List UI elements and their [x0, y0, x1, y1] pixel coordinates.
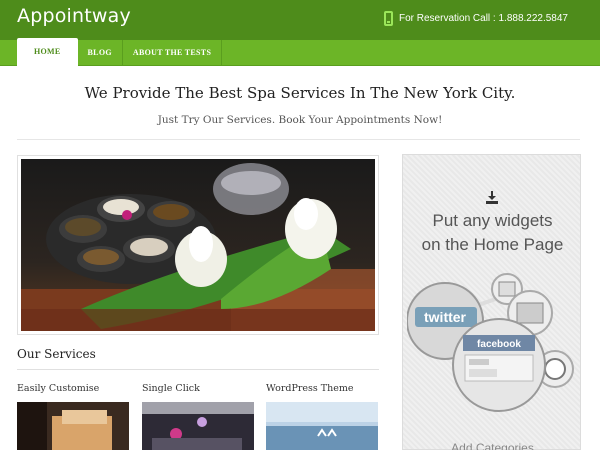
services-heading: Our Services — [17, 347, 96, 361]
nav-item-blog[interactable]: BLOG — [78, 40, 123, 66]
twitter-logo-text: twitter — [424, 309, 467, 325]
nav-bar: HOME BLOG ABOUT THE TESTS — [0, 38, 600, 66]
widget-illustration: twitter facebook — [407, 273, 574, 412]
reservation-info: For Reservation Call : 1.888.222.5847 — [384, 11, 568, 26]
sidebar-widget-area: Put any widgets on the Home Page twitter… — [402, 154, 581, 450]
download-icon — [486, 191, 498, 204]
service-title-easily-customise[interactable]: Easily Customise — [17, 383, 99, 394]
phone-icon — [384, 11, 393, 26]
site-logo[interactable]: Appointway — [17, 5, 131, 27]
widget-text-line1: Put any widgets — [432, 211, 553, 230]
service-image-easily-customise[interactable] — [17, 402, 129, 450]
spa-hero-image — [21, 159, 375, 331]
widget-text-line2: on the Home Page — [421, 235, 564, 254]
nav-item-about-the-tests[interactable]: ABOUT THE TESTS — [123, 40, 223, 66]
service-image-wordpress-theme[interactable] — [266, 402, 378, 450]
section-divider — [17, 139, 580, 140]
widget-footer-text: Add Categories — [451, 441, 534, 450]
top-header: Appointway For Reservation Call : 1.888.… — [0, 0, 600, 40]
services-divider — [17, 369, 379, 370]
page-headline: We Provide The Best Spa Services In The … — [84, 84, 516, 102]
reservation-text: For Reservation Call : 1.888.222.5847 — [399, 13, 568, 24]
service-title-wordpress-theme[interactable]: WordPress Theme — [266, 383, 354, 394]
nav-item-home[interactable]: HOME — [17, 38, 78, 66]
service-image-single-click[interactable] — [142, 402, 254, 450]
hero-image-frame — [17, 155, 379, 335]
page-subheadline: Just Try Our Services. Book Your Appoint… — [157, 114, 443, 126]
main-nav: HOME BLOG ABOUT THE TESTS — [17, 38, 223, 66]
facebook-logo-text: facebook — [477, 339, 521, 350]
service-title-single-click[interactable]: Single Click — [142, 383, 200, 394]
